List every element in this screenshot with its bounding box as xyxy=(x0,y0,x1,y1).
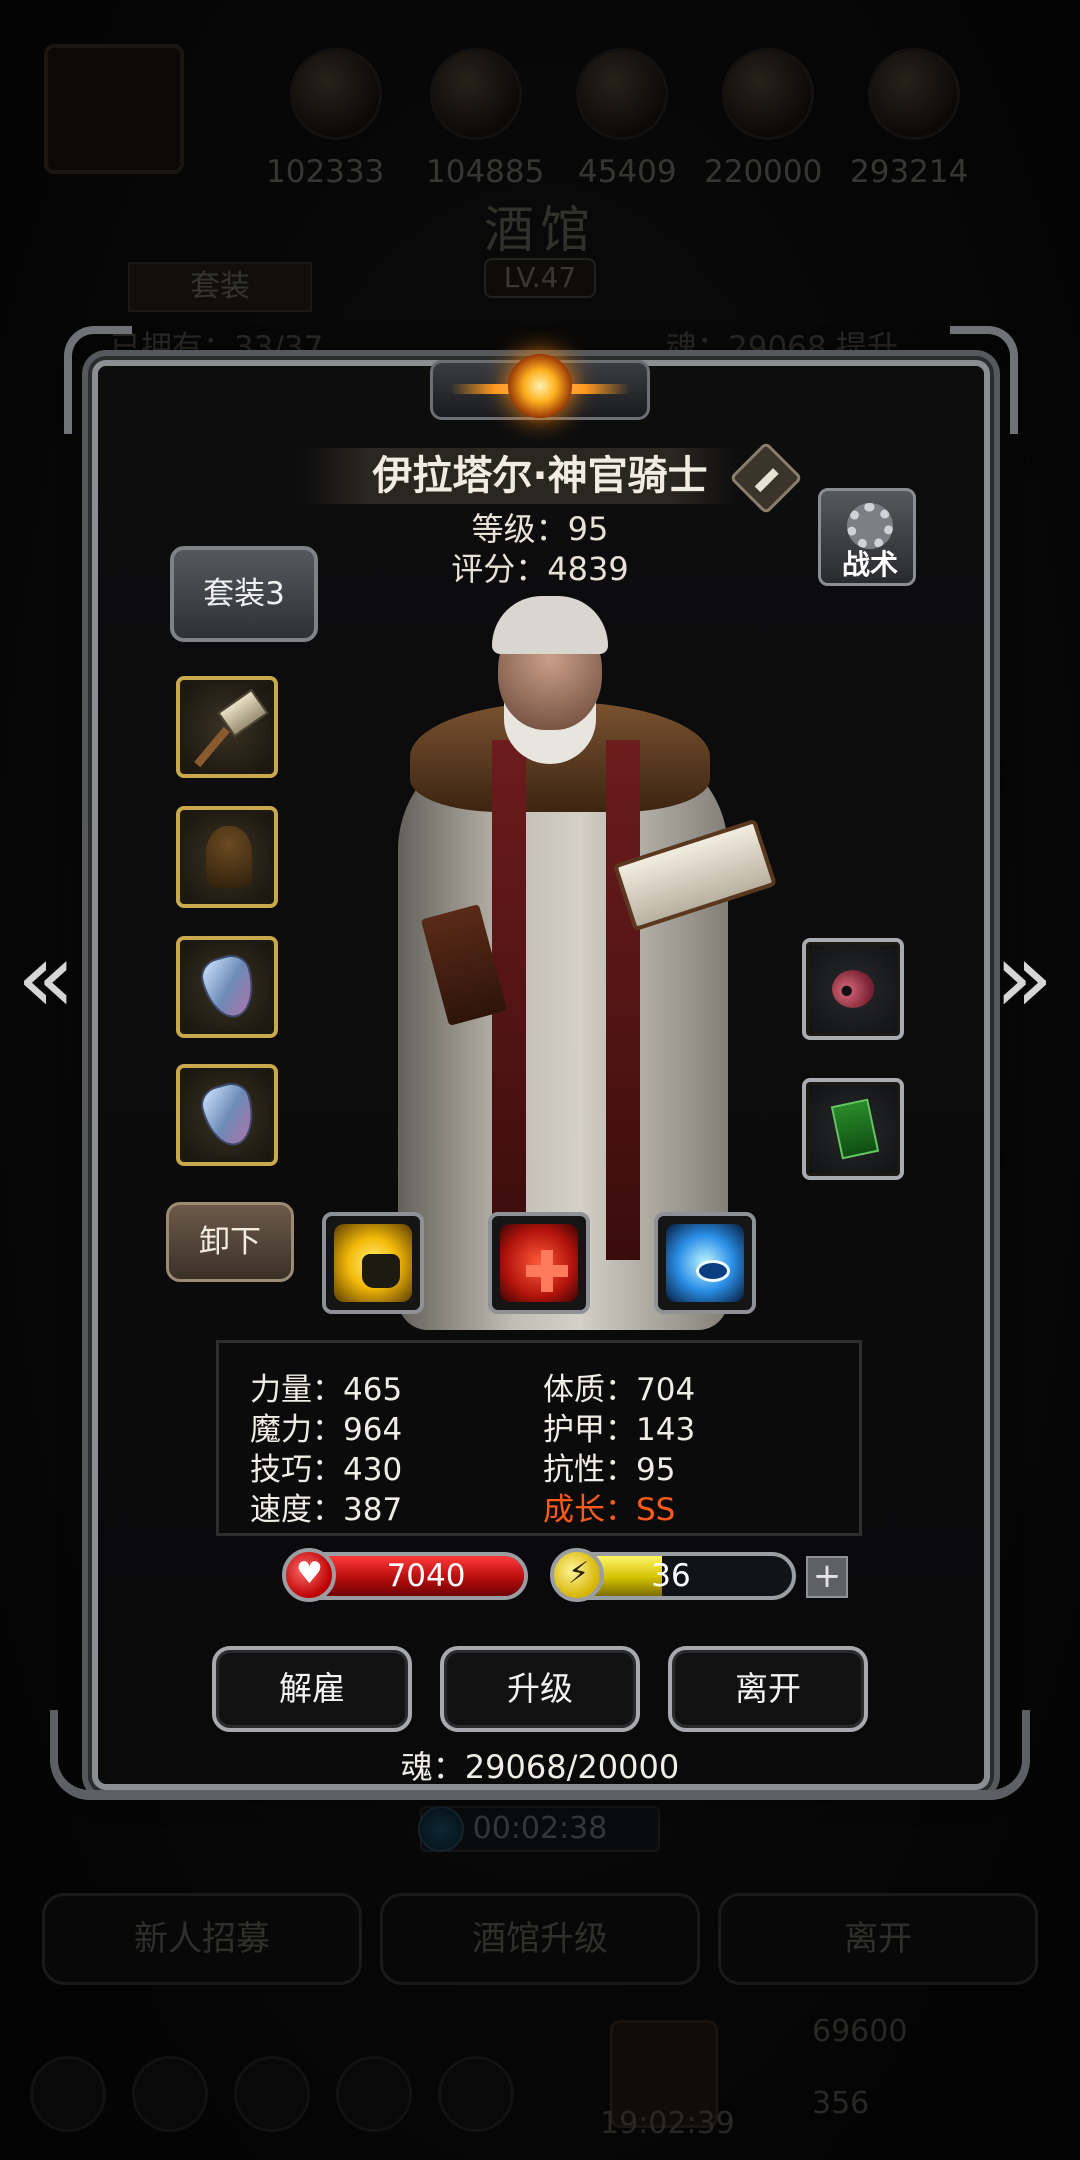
gem-value: 356 xyxy=(812,2086,870,2121)
moon-gem-icon xyxy=(508,354,572,418)
fist-skill-icon xyxy=(334,1224,412,1302)
tavern-leave-button[interactable]: 离开 xyxy=(718,1893,1038,1985)
stat-resistance: 抗性：95 xyxy=(543,1452,676,1488)
tavern-upgrade-button[interactable]: 酒馆升级 xyxy=(380,1893,700,1985)
soul-footer: 魂：29068/20000 xyxy=(400,1748,680,1786)
leave-button[interactable]: 离开 xyxy=(668,1646,868,1732)
heart-icon: ♥ xyxy=(282,1548,336,1602)
dock-icon[interactable] xyxy=(132,2056,208,2132)
energy-value: 36 xyxy=(651,1558,691,1594)
dismiss-button[interactable]: 解雇 xyxy=(212,1646,412,1732)
clock-text: 19:02:39 xyxy=(600,2106,735,2141)
green-card-icon xyxy=(822,1096,886,1162)
add-energy-button[interactable]: + xyxy=(806,1556,848,1598)
recruit-button[interactable]: 新人招募 xyxy=(42,1893,362,1985)
timer-icon xyxy=(418,1806,464,1852)
dock-icon[interactable] xyxy=(30,2056,106,2132)
equip-slot-shield[interactable] xyxy=(176,936,278,1038)
skill-slot-2[interactable] xyxy=(488,1212,590,1314)
prev-hero-arrow[interactable]: « xyxy=(16,928,76,1028)
crest-emblem xyxy=(430,340,650,430)
stat-growth: 成长：SS xyxy=(543,1492,676,1528)
timer-text: 00:02:38 xyxy=(472,1811,608,1846)
hp-value: 7040 xyxy=(386,1558,466,1594)
resource-icon xyxy=(576,48,668,140)
skill-slot-3[interactable] xyxy=(654,1212,756,1314)
shield-icon xyxy=(196,1078,262,1152)
gold-value: 69600 xyxy=(812,2014,908,2049)
accessory-slot-1[interactable] xyxy=(802,938,904,1040)
resource-icon xyxy=(430,48,522,140)
pencil-icon xyxy=(754,468,779,493)
cloak-icon xyxy=(196,824,260,890)
tavern-level: LV.47 xyxy=(484,258,596,298)
dock-icon[interactable] xyxy=(234,2056,310,2132)
bottom-dock xyxy=(0,2020,1080,2160)
tavern-title: 酒馆 xyxy=(484,201,596,259)
eye-relic-icon xyxy=(822,956,886,1022)
hero-name: 伊拉塔尔·神官骑士 xyxy=(372,453,708,499)
next-hero-arrow[interactable]: » xyxy=(994,928,1054,1028)
stat-strength: 力量：465 xyxy=(250,1372,403,1408)
tactics-label: 战术 xyxy=(841,548,898,581)
eye-skill-icon xyxy=(666,1224,744,1302)
resource-icon xyxy=(868,48,960,140)
stat-constitution: 体质：704 xyxy=(543,1372,696,1408)
resource-value: 220000 xyxy=(704,154,823,190)
upgrade-button[interactable]: 升级 xyxy=(440,1646,640,1732)
refresh-timer: 00:02:38 xyxy=(418,1806,660,1852)
stat-speed: 速度：387 xyxy=(250,1492,403,1528)
resource-value: 293214 xyxy=(850,154,969,190)
stat-skill: 技巧：430 xyxy=(250,1452,403,1488)
accessory-slot-2[interactable] xyxy=(802,1078,904,1180)
tactics-button[interactable]: 战术 xyxy=(818,488,916,586)
stat-magic: 魔力：964 xyxy=(250,1412,403,1448)
stat-armor: 护甲：143 xyxy=(543,1412,696,1448)
equip-slot-offhand[interactable] xyxy=(176,1064,278,1166)
resource-value: 104885 xyxy=(426,154,545,190)
equip-slot-cloak[interactable] xyxy=(176,806,278,908)
heal-cross-skill-icon xyxy=(500,1224,578,1302)
resource-value: 45409 xyxy=(578,154,677,190)
equip-slot-weapon[interactable] xyxy=(176,676,278,778)
shield-icon xyxy=(196,950,262,1024)
lightning-icon: ⚡ xyxy=(550,1548,604,1602)
hammer-icon xyxy=(194,688,269,768)
resource-icon xyxy=(722,48,814,140)
set-tab[interactable]: 套装 xyxy=(128,262,312,312)
set-button[interactable]: 套装3 xyxy=(170,546,318,642)
skill-slot-1[interactable] xyxy=(322,1212,424,1314)
resource-value: 102333 xyxy=(266,154,385,190)
player-portrait[interactable] xyxy=(44,44,184,174)
unequip-button[interactable]: 卸下 xyxy=(166,1202,294,1282)
dock-icon[interactable] xyxy=(438,2056,514,2132)
resource-icon xyxy=(290,48,382,140)
dock-icon[interactable] xyxy=(336,2056,412,2132)
game-screen: 102333 104885 45409 220000 293214 酒馆 LV.… xyxy=(0,0,1080,2160)
